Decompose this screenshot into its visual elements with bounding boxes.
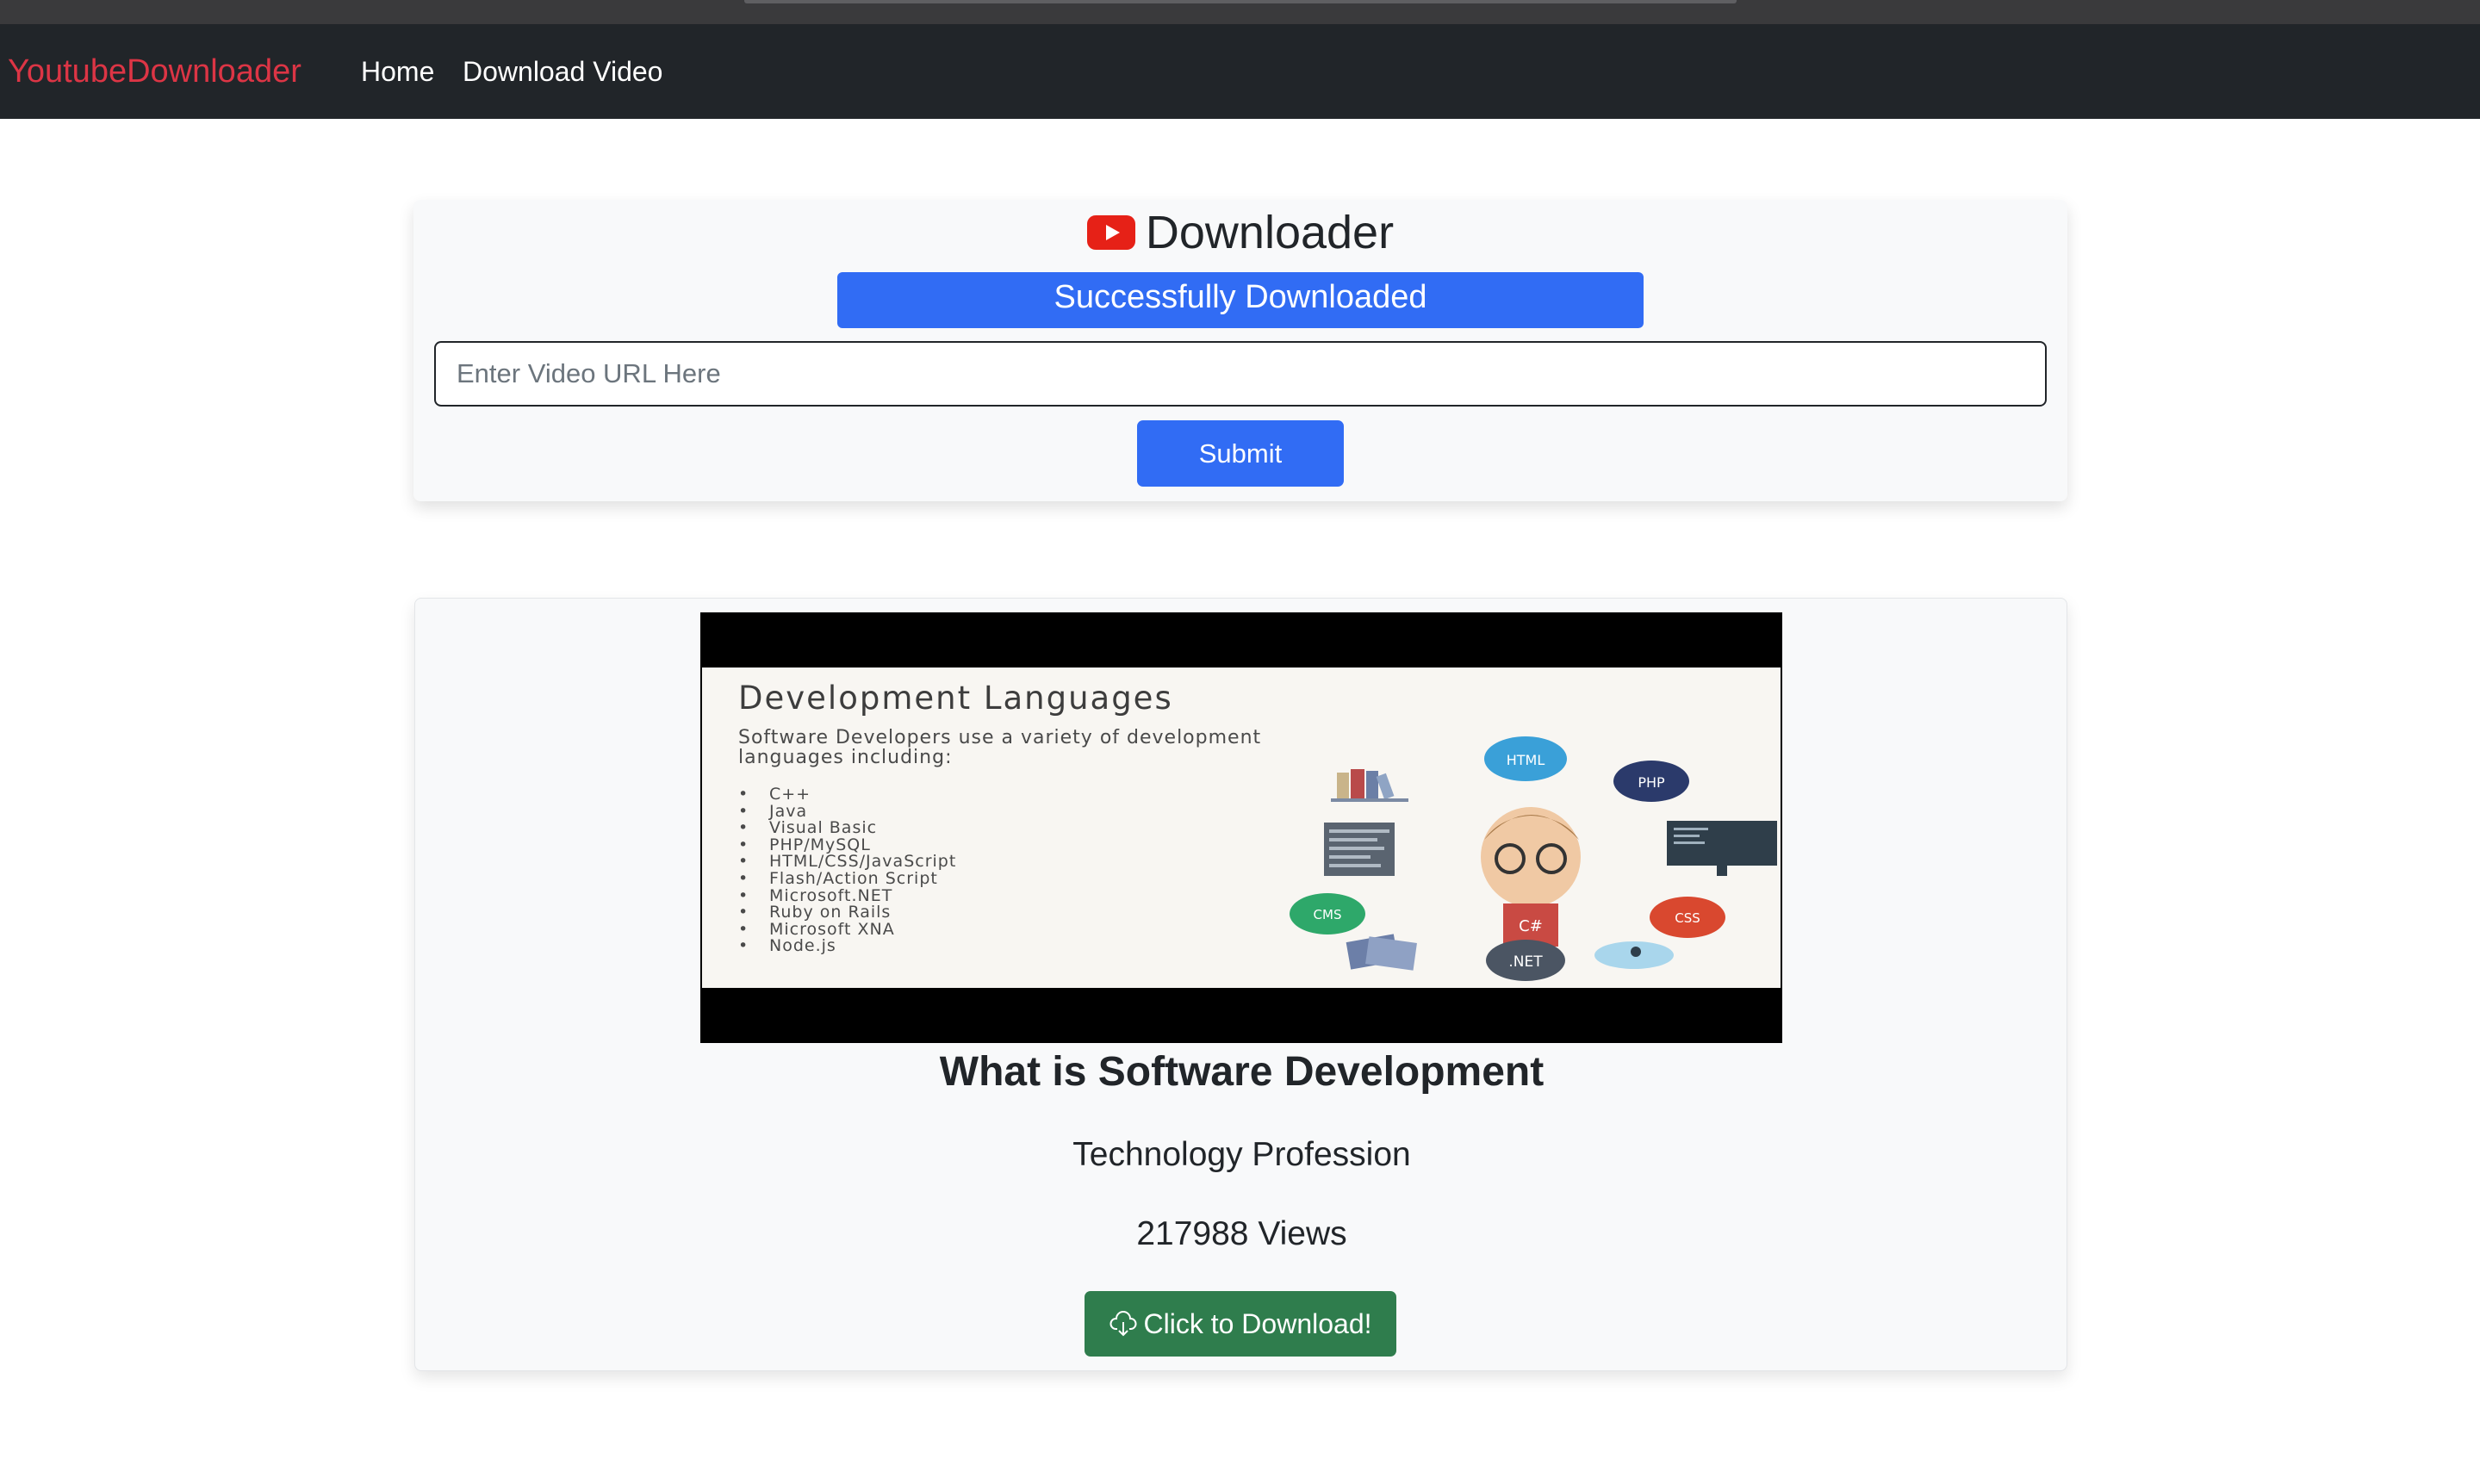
dotnet-badge-icon: .NET <box>1486 940 1565 981</box>
brand-link[interactable]: YoutubeDownloader <box>8 24 301 119</box>
nav-home-link[interactable]: Home <box>361 24 434 119</box>
php-badge-label: PHP <box>1638 774 1665 791</box>
thumbnail-slide: Development Languages Software Developer… <box>702 667 1781 988</box>
slide-language-list: C++ Java Visual Basic PHP/MySQL HTML/CSS… <box>738 785 956 955</box>
video-result-card: Development Languages Software Developer… <box>414 598 2067 1371</box>
cloud-download-icon <box>1109 1311 1136 1337</box>
view-count: 217988 Views <box>1136 1215 1347 1252</box>
slide-list-item: Flash/Action Script <box>738 870 956 888</box>
download-button-label: Click to Download! <box>1143 1307 1372 1339</box>
developer-character-icon: C# <box>1481 807 1581 947</box>
success-alert: Successfully Downloaded <box>837 272 1644 328</box>
channel-name: Technology Profession <box>1072 1136 1411 1173</box>
browser-top-strip <box>0 0 2480 24</box>
csharp-badge-label: C# <box>1519 917 1543 935</box>
nav-download-video-link[interactable]: Download Video <box>463 24 662 119</box>
video-title: What is Software Development <box>939 1049 1545 1095</box>
code-window-icon <box>1324 823 1395 876</box>
submit-button[interactable]: Submit <box>1137 420 1344 487</box>
video-url-input[interactable] <box>434 341 2047 407</box>
dotnet-badge-label: .NET <box>1508 953 1543 971</box>
cms-badge-icon: CMS <box>1290 893 1365 934</box>
download-button[interactable]: Click to Download! <box>1085 1291 1396 1357</box>
books-icon <box>1331 769 1408 802</box>
page-title-row: Downloader <box>413 200 2067 265</box>
html-badge-icon: HTML <box>1484 736 1567 781</box>
browser-scroll-indicator <box>744 0 1737 3</box>
slide-subtitle: Software Developers use a variety of dev… <box>738 727 1262 768</box>
video-thumbnail[interactable]: Development Languages Software Developer… <box>700 612 1782 1043</box>
page-title: Downloader <box>1145 207 1395 258</box>
slide-list-item: C++ <box>738 785 956 804</box>
downloader-form-card: Downloader Successfully Downloaded Submi… <box>413 200 2067 501</box>
cloud-icon <box>1594 941 1674 969</box>
php-badge-icon: PHP <box>1613 761 1689 802</box>
css-badge-label: CSS <box>1675 910 1700 926</box>
css-badge-icon: CSS <box>1650 897 1725 938</box>
navbar: YoutubeDownloader Home Download Video <box>0 24 2480 119</box>
youtube-play-icon <box>1086 215 1135 250</box>
cms-badge-label: CMS <box>1314 907 1342 922</box>
developer-illustration: HTML PHP C# CMS CSS .NET <box>1290 736 1777 981</box>
slide-list-item: Ruby on Rails <box>738 904 956 922</box>
monitor-icon <box>1667 821 1777 876</box>
slide-title: Development Languages <box>738 680 1173 717</box>
documents-icon <box>1346 934 1417 971</box>
slide-list-item: Node.js <box>738 938 956 955</box>
html-badge-label: HTML <box>1507 752 1545 768</box>
slide-list-item: Visual Basic <box>738 820 956 837</box>
